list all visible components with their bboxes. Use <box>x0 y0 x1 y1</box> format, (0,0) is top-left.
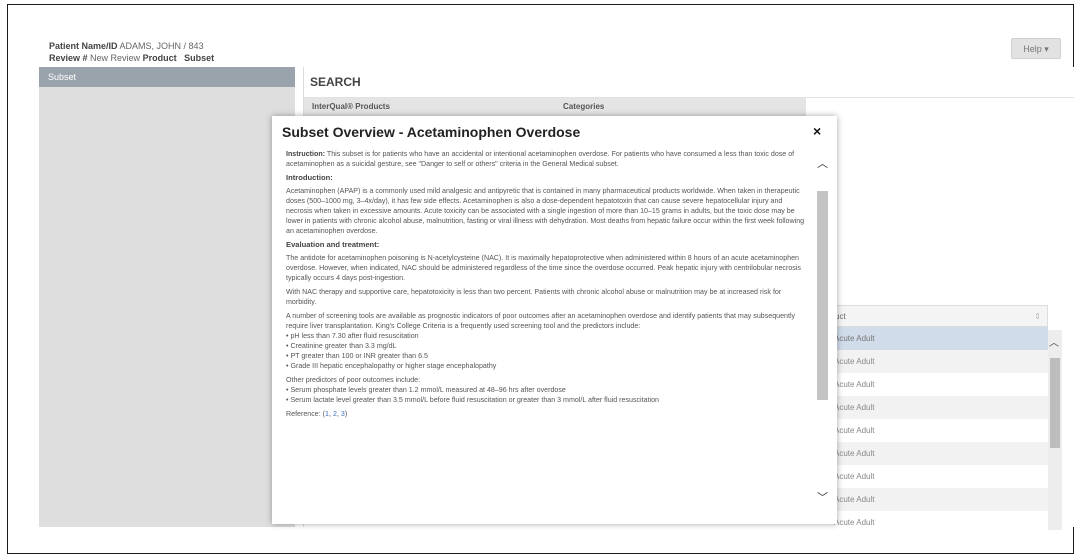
table-row[interactable]: Acute Adult <box>828 442 1048 465</box>
table-row[interactable]: Acute Adult <box>828 419 1048 442</box>
breadcrumb-product[interactable]: Product <box>143 53 177 63</box>
instruction-label: Instruction: <box>286 150 326 158</box>
patient-value: ADAMS, JOHN / 843 <box>119 41 204 51</box>
review-line: Review # New Review Product Subset <box>49 52 214 64</box>
review-value: New Review <box>90 53 141 63</box>
close-button[interactable]: × <box>813 123 821 139</box>
table-row[interactable]: Acute Adult <box>828 465 1048 488</box>
eval-text-1: The antidote for acetaminophen poisoning… <box>286 254 801 282</box>
reference-link[interactable]: 1 <box>325 410 329 418</box>
patient-line: Patient Name/ID ADAMS, JOHN / 843 <box>49 40 214 52</box>
chevron-up-icon[interactable]: ︿ <box>817 155 828 171</box>
products-header: InterQual® Products <box>312 102 390 111</box>
eval-text-3: A number of screening tools are availabl… <box>286 312 796 330</box>
modal-body: Instruction: This subset is for patients… <box>286 149 808 515</box>
table-row[interactable]: Acute Adult <box>828 488 1048 511</box>
patient-label: Patient Name/ID <box>49 41 118 51</box>
reference-close: ) <box>344 410 348 418</box>
table-scrollbar[interactable]: ︿ <box>1048 330 1062 530</box>
scrollbar-thumb[interactable] <box>1050 358 1060 448</box>
review-label: Review # <box>49 53 88 63</box>
table-row[interactable]: Acute Adult <box>828 511 1048 534</box>
eval-text-2: With NAC therapy and supportive care, he… <box>286 288 782 306</box>
table-row[interactable]: Acute Adult <box>828 373 1048 396</box>
chevron-up-icon[interactable]: ︿ <box>1049 334 1059 349</box>
table-row[interactable]: Acute Adult <box>828 396 1048 419</box>
table-header-product[interactable]: uct ⇕ <box>828 305 1048 327</box>
instruction-paragraph: Instruction: This subset is for patients… <box>286 149 808 169</box>
predictor-item: • PT greater than 100 or INR greater tha… <box>286 352 428 360</box>
reference-line: Reference: (1, 2, 3) <box>286 410 348 418</box>
modal-title: Subset Overview - Acetaminophen Overdose <box>282 124 581 140</box>
search-column-headers: InterQual® Products Categories <box>304 98 806 116</box>
table-row[interactable]: Acute Adult <box>828 350 1048 373</box>
predictor-item: • Creatinine greater than 3.3 mg/dL <box>286 342 397 350</box>
patient-header: Patient Name/ID ADAMS, JOHN / 843 Review… <box>49 40 214 64</box>
instruction-text: This subset is for patients who have an … <box>286 150 795 168</box>
subset-overview-modal: Subset Overview - Acetaminophen Overdose… <box>272 116 837 524</box>
intro-text: Acetaminophen (APAP) is a commonly used … <box>286 187 805 235</box>
chevron-down-icon[interactable]: ﹀ <box>817 489 828 505</box>
sidebar-item-subset[interactable]: Subset <box>39 67 295 87</box>
reference-link[interactable]: 2 <box>333 410 337 418</box>
categories-header: Categories <box>563 102 605 111</box>
help-button[interactable]: Help ▾ <box>1011 38 1061 59</box>
reference-label: Reference: ( <box>286 410 326 418</box>
subset-table: uct ⇕ Acute Adult Acute Adult Acute Adul… <box>828 305 1048 534</box>
sort-icon: ⇕ <box>1034 312 1041 321</box>
breadcrumb-subset[interactable]: Subset <box>184 53 214 63</box>
sidebar: Subset <box>39 67 295 527</box>
search-title: SEARCH <box>304 67 1074 98</box>
modal-scrollbar[interactable]: ︿ ﹀ <box>815 149 829 517</box>
scrollbar-thumb[interactable] <box>817 191 828 400</box>
predictor-item: • Grade III hepatic encephalopathy or hi… <box>286 362 497 370</box>
eval-heading: Evaluation and treatment: <box>286 240 380 249</box>
table-row[interactable]: Acute Adult <box>828 327 1048 350</box>
other-heading: Other predictors of poor outcomes includ… <box>286 376 421 384</box>
predictor-item: • pH less than 7.30 after fluid resuscit… <box>286 332 419 340</box>
other-predictor-item: • Serum lactate level greater than 3.5 m… <box>286 396 659 404</box>
other-predictor-item: • Serum phosphate levels greater than 1.… <box>286 386 566 394</box>
intro-heading: Introduction: <box>286 173 333 182</box>
